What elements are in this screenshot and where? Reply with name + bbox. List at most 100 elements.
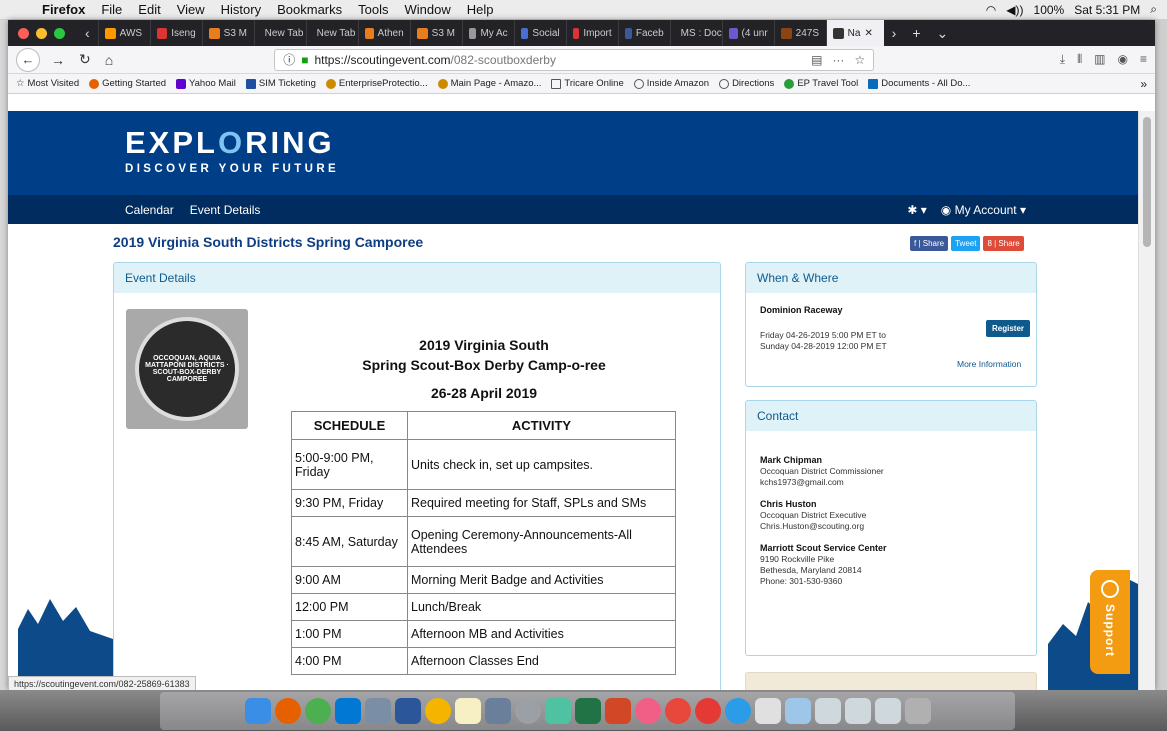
browser-tab[interactable]: Faceb — [617, 20, 670, 46]
pinwheel-icon[interactable] — [544, 698, 571, 724]
clock[interactable]: Sat 5:31 PM — [1074, 3, 1140, 17]
contact-email[interactable]: Chris.Huston@scouting.org — [760, 521, 864, 531]
support-tab[interactable]: Support — [1090, 570, 1130, 674]
notes-icon[interactable] — [454, 698, 481, 724]
browser-tab[interactable]: 247S — [773, 20, 826, 46]
browser-tab[interactable]: S3 M — [201, 20, 254, 46]
url-bar[interactable]: ⓘ ■ https://scoutingevent.com/082-scoutb… — [274, 48, 875, 71]
register-button[interactable]: Register — [986, 320, 1031, 337]
bookmark-item[interactable]: Yahoo Mail — [176, 78, 236, 89]
scrollbar-thumb[interactable] — [1143, 117, 1151, 247]
menu-app-name[interactable]: Firefox — [34, 2, 93, 17]
menu-window[interactable]: Window — [397, 2, 459, 17]
window-thumb-icon[interactable] — [814, 698, 841, 724]
wifi-icon[interactable]: ◠ — [986, 3, 996, 17]
menu-history[interactable]: History — [213, 2, 269, 17]
bookmark-item[interactable]: SIM Ticketing — [245, 78, 316, 89]
bookmark-item[interactable]: Inside Amazon — [633, 78, 709, 89]
menu-edit[interactable]: Edit — [130, 2, 168, 17]
menu-bookmarks[interactable]: Bookmarks — [269, 2, 350, 17]
menu-view[interactable]: View — [169, 2, 213, 17]
info-icon[interactable]: ⓘ — [283, 51, 295, 68]
reader-view-icon[interactable]: ▤ — [811, 53, 822, 67]
menu-file[interactable]: File — [93, 2, 130, 17]
nav-event-details[interactable]: Event Details — [190, 203, 261, 217]
account-menu[interactable]: ◉ My Account ▾ — [941, 203, 1026, 217]
forward-icon[interactable]: → — [48, 52, 68, 68]
bookmark-item[interactable]: Main Page - Amazo... — [437, 78, 541, 89]
bookmark-item[interactable]: Directions — [719, 78, 774, 89]
outlook-icon[interactable] — [334, 698, 361, 724]
browser-tab[interactable]: Social — [513, 20, 566, 46]
trash-icon[interactable] — [904, 698, 931, 724]
browser-tab[interactable]: My Ac — [461, 20, 514, 46]
facebook-share-button[interactable]: f | Share — [910, 236, 949, 251]
messages-icon[interactable] — [724, 698, 751, 724]
bookmark-item[interactable]: Getting Started — [89, 78, 166, 89]
exploring-logo[interactable]: EXPLORING DISCOVER YOUR FUTURE — [125, 125, 339, 175]
close-tab-icon[interactable]: ✕ — [864, 28, 872, 39]
overflow-chevron-icon[interactable]: » — [1140, 77, 1147, 91]
browser-tab[interactable]: Iseng — [149, 20, 202, 46]
tab-list-chevron-icon[interactable]: ⌄ — [929, 25, 957, 42]
minimize-window-button[interactable] — [36, 27, 47, 39]
browser-tab[interactable]: New Tab — [305, 20, 358, 46]
app-stop-icon[interactable] — [694, 698, 721, 724]
firefox-icon[interactable] — [274, 698, 301, 724]
google-share-button[interactable]: 8 | Share — [983, 236, 1024, 251]
browser-tab[interactable]: AWS — [97, 20, 150, 46]
browser-tab[interactable]: (4 unr — [721, 20, 774, 46]
page-actions-icon[interactable]: ··· — [832, 53, 844, 67]
volume-icon[interactable]: ◀)) — [1006, 3, 1023, 17]
app-red-icon[interactable] — [664, 698, 691, 724]
bookmark-item[interactable]: Tricare Online — [551, 78, 624, 89]
battery-percent[interactable]: 100% — [1034, 3, 1065, 17]
tweet-button[interactable]: Tweet — [951, 236, 981, 251]
contact-email[interactable]: kchs1973@gmail.com — [760, 477, 844, 487]
powerpoint-icon[interactable] — [604, 698, 631, 724]
library-icon[interactable]: ⫴ — [1077, 52, 1082, 67]
sidebar-icon[interactable]: ▥ — [1094, 52, 1105, 67]
preview-icon[interactable] — [484, 698, 511, 724]
search-icon[interactable]: ⌕ — [1150, 2, 1157, 17]
itunes-icon[interactable] — [634, 698, 661, 724]
document-icon[interactable] — [754, 698, 781, 724]
bookmark-item[interactable]: EP Travel Tool — [784, 78, 858, 89]
home-icon[interactable]: ⌂ — [102, 52, 116, 68]
excel-icon[interactable] — [574, 698, 601, 724]
extension-icon[interactable]: ◉ — [1118, 52, 1128, 67]
tab-scroll-right-icon[interactable]: › — [884, 25, 905, 41]
window-thumb-icon[interactable] — [874, 698, 901, 724]
settings-gear-icon[interactable]: ✱ ▾ — [907, 203, 926, 217]
bookmark-item[interactable]: ☆ Most Visited — [16, 78, 79, 89]
chrome-alt-icon[interactable] — [424, 698, 451, 724]
bookmark-item[interactable]: Documents - All Do... — [868, 78, 970, 89]
menu-help[interactable]: Help — [459, 2, 502, 17]
browser-tab[interactable]: Athen — [357, 20, 410, 46]
zoom-window-button[interactable] — [54, 27, 65, 39]
close-window-button[interactable] — [18, 27, 29, 39]
chrome-icon[interactable] — [304, 698, 331, 724]
reload-icon[interactable]: ↻ — [76, 51, 94, 68]
tab-scroll-left-icon[interactable]: ‹ — [77, 25, 98, 41]
menu-hamburger-icon[interactable]: ≡ — [1140, 52, 1147, 67]
nav-calendar[interactable]: Calendar — [125, 203, 174, 217]
back-icon[interactable]: ← — [16, 47, 40, 72]
new-tab-icon[interactable]: + — [904, 25, 928, 41]
menu-tools[interactable]: Tools — [350, 2, 396, 17]
finder-icon[interactable] — [244, 698, 271, 724]
browser-tab[interactable]: Na ✕ — [825, 20, 884, 46]
bookmark-item[interactable]: EnterpriseProtectio... — [325, 78, 428, 89]
settings-icon[interactable] — [514, 698, 541, 724]
browser-tab[interactable]: MS : Docu — [669, 20, 722, 46]
downloads-icon[interactable]: ⤓ — [1060, 52, 1065, 67]
browser-tab[interactable]: S3 M — [409, 20, 462, 46]
rocket-icon[interactable] — [364, 698, 391, 724]
browser-tab[interactable]: Import — [565, 20, 618, 46]
word-icon[interactable] — [394, 698, 421, 724]
browser-tab[interactable]: New Tab — [253, 20, 306, 46]
window-thumb-icon[interactable] — [844, 698, 871, 724]
page-scrollbar[interactable] — [1138, 111, 1155, 690]
bookmark-star-icon[interactable]: ☆ — [854, 53, 865, 67]
more-information-link[interactable]: More Information — [957, 359, 1021, 369]
